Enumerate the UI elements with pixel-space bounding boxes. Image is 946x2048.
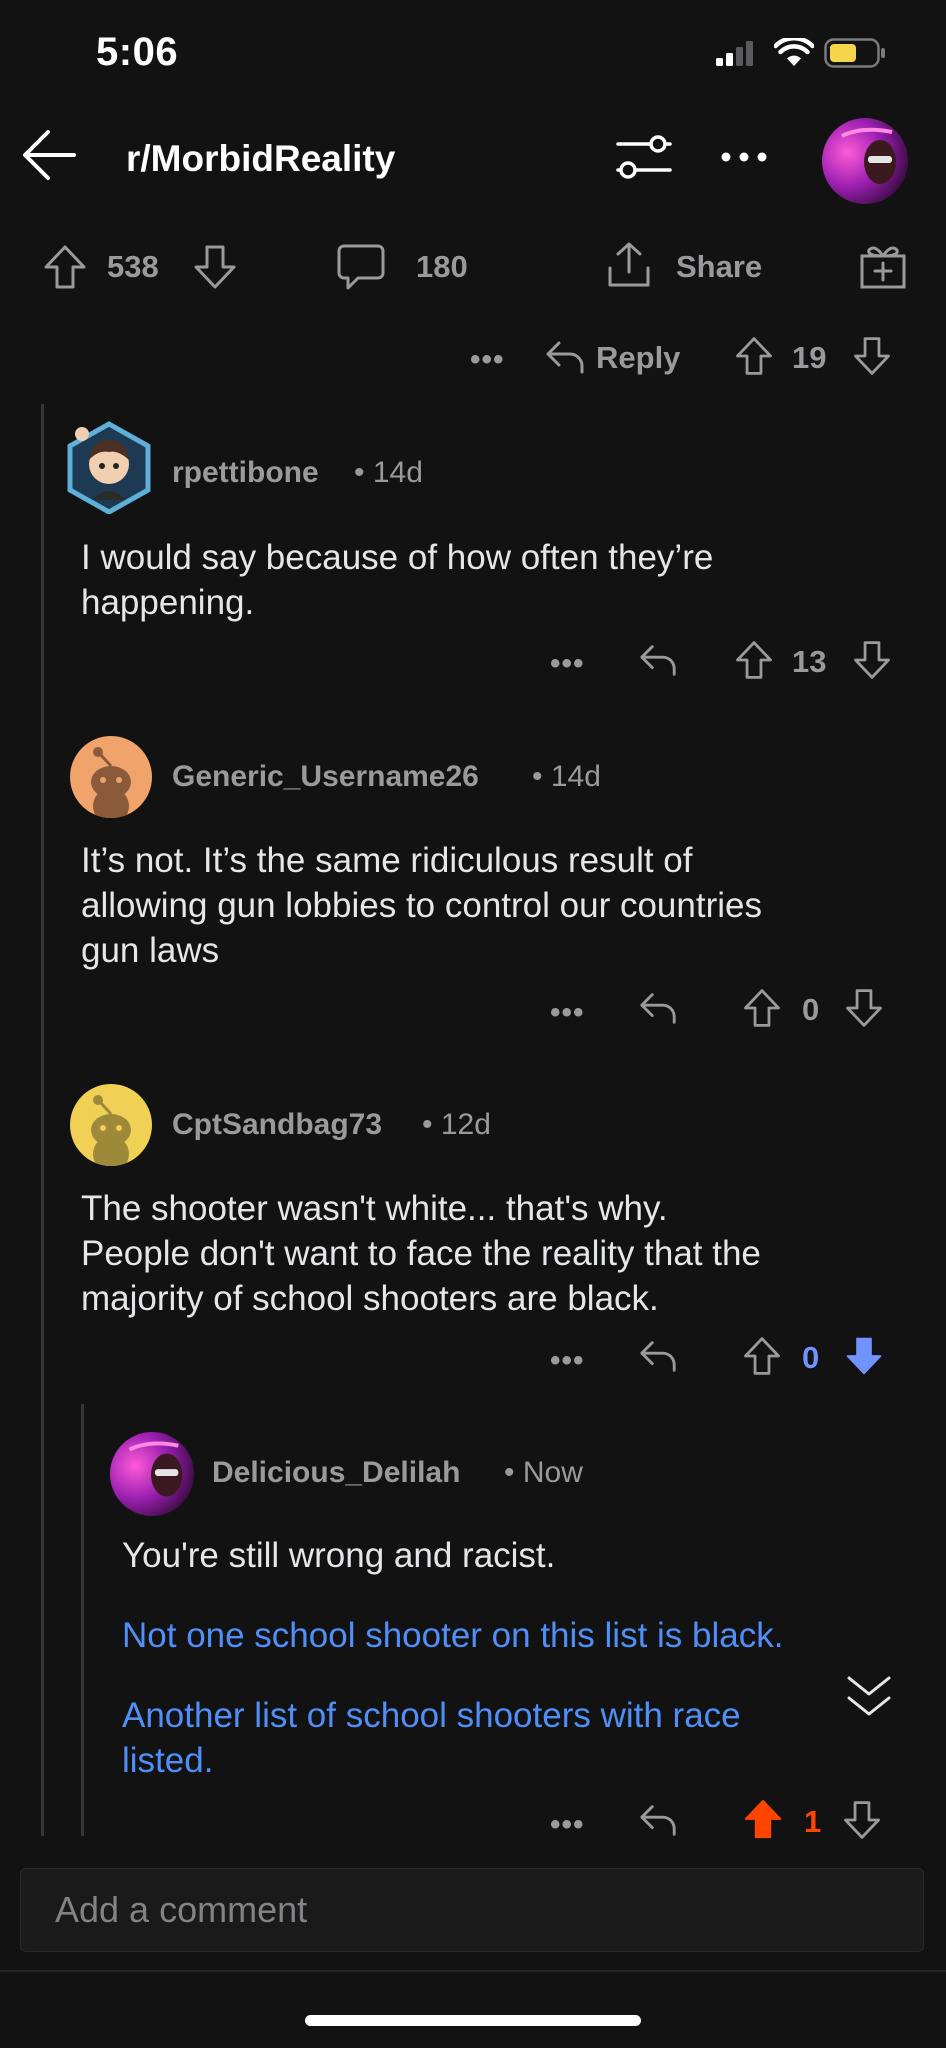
sort-filter-icon[interactable] (614, 132, 674, 182)
comment-more-options[interactable]: ••• (550, 647, 585, 681)
reply-icon[interactable] (638, 988, 678, 1028)
comment-line: majority of school shooters are black. (81, 1279, 659, 1318)
comment-line: happening. (81, 583, 255, 622)
award-gift-icon[interactable] (858, 240, 908, 290)
comment-body: The shooter wasn't white... that's why. … (81, 1186, 941, 1321)
comment-line: I would say because of how often they’re (81, 538, 714, 577)
user-avatar[interactable] (822, 118, 908, 204)
comment-line: It’s not. It’s the same ridiculous resul… (81, 841, 693, 880)
comment-age: • 14d (354, 456, 423, 489)
downvote-icon[interactable] (844, 988, 884, 1028)
add-comment-input[interactable] (21, 1869, 923, 1951)
comment-line: allowing gun lobbies to control our coun… (81, 886, 762, 925)
comment-body: It’s not. It’s the same ridiculous resul… (81, 838, 921, 973)
comment-line: People don't want to face the reality th… (81, 1234, 761, 1273)
comment-more-options[interactable]: ••• (550, 1808, 585, 1842)
parent-reply-label[interactable]: Reply (596, 340, 680, 376)
thread-line-level-1[interactable] (41, 404, 44, 1836)
avatar[interactable] (70, 736, 152, 818)
parent-downvote-icon[interactable] (852, 336, 892, 376)
comments-icon[interactable] (336, 242, 386, 292)
parent-more-options[interactable]: ••• (470, 343, 505, 377)
wifi-icon (774, 38, 814, 68)
home-indicator[interactable] (305, 2015, 641, 2026)
downvote-active-icon[interactable] (844, 1336, 884, 1376)
upvote-active-icon[interactable] (742, 1798, 784, 1840)
parent-vote-count: 19 (792, 340, 827, 375)
comment-age: • 12d (422, 1108, 491, 1141)
share-icon[interactable] (604, 240, 654, 290)
comment-link-2-line-1[interactable]: Another list of school shooters with rac… (122, 1693, 872, 1738)
comment-line: The shooter wasn't white... that's why. (81, 1189, 668, 1228)
parent-reply-icon[interactable] (544, 336, 586, 378)
avatar[interactable] (70, 1084, 152, 1166)
post-vote-count: 538 (107, 249, 159, 284)
post-comment-count: 180 (416, 249, 468, 284)
back-arrow-icon[interactable] (20, 126, 78, 184)
comment-more-options[interactable]: ••• (550, 996, 585, 1030)
signal-icon (716, 40, 756, 66)
upvote-icon[interactable] (742, 988, 782, 1028)
vote-count: 0 (802, 992, 820, 1027)
downvote-icon[interactable] (852, 640, 892, 680)
post-downvote-icon[interactable] (192, 244, 238, 290)
comment-line: You're still wrong and racist. (122, 1536, 556, 1575)
comment-age: • 14d (532, 760, 601, 793)
more-options-icon[interactable] (720, 150, 768, 164)
upvote-icon[interactable] (742, 1336, 782, 1376)
upvote-icon[interactable] (734, 640, 774, 680)
post-upvote-icon[interactable] (42, 244, 88, 290)
comment-line: gun laws (81, 931, 220, 970)
battery-icon (824, 38, 886, 68)
vote-count: 1 (804, 1804, 822, 1839)
downvote-icon[interactable] (842, 1800, 882, 1840)
reply-icon[interactable] (638, 1800, 678, 1840)
reply-icon[interactable] (638, 1336, 678, 1376)
bottom-divider (0, 1970, 946, 1972)
share-label[interactable]: Share (676, 249, 762, 285)
comment-link-2-line-2[interactable]: listed. (122, 1738, 872, 1783)
comment-username[interactable]: Delicious_Delilah (212, 1456, 460, 1490)
comment-age: • Now (504, 1456, 583, 1489)
comment-username[interactable]: rpettibone (172, 456, 319, 490)
comment-more-options[interactable]: ••• (550, 1344, 585, 1378)
comment-username[interactable]: CptSandbag73 (172, 1108, 382, 1142)
collapse-chevron-icon[interactable] (846, 1674, 892, 1718)
comment-link-1[interactable]: Not one school shooter on this list is b… (122, 1613, 932, 1658)
avatar[interactable] (110, 1432, 194, 1516)
thread-line-level-2[interactable] (81, 1404, 84, 1836)
reply-icon[interactable] (638, 640, 678, 680)
comment-body: I would say because of how often they’re… (81, 535, 921, 625)
avatar[interactable] (62, 420, 156, 514)
subreddit-title[interactable]: r/MorbidReality (126, 138, 395, 180)
vote-count: 0 (802, 1340, 820, 1375)
comment-username[interactable]: Generic_Username26 (172, 760, 479, 794)
status-time: 5:06 (96, 30, 179, 74)
vote-count: 13 (792, 644, 827, 679)
add-comment-bar[interactable] (20, 1868, 924, 1952)
comment-link-2[interactable]: Another list of school shooters with rac… (122, 1693, 872, 1783)
comment-body: You're still wrong and racist. (122, 1533, 922, 1578)
parent-upvote-icon[interactable] (734, 336, 774, 376)
